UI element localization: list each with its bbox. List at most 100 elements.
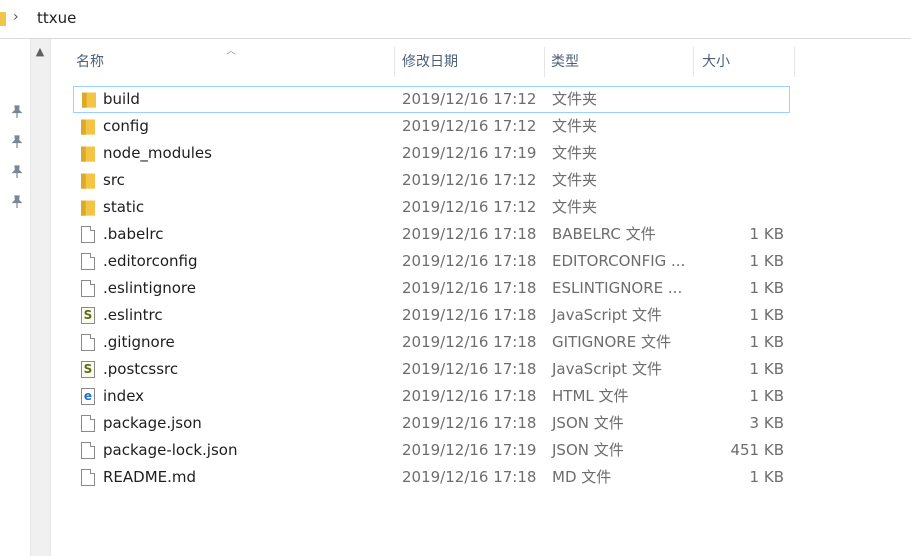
- file-row[interactable]: S .eslintrc 2019/12/16 17:18 JavaScript 文件 1…: [73, 302, 790, 329]
- file-date: 2019/12/16 17:19: [402, 144, 537, 162]
- column-header-type[interactable]: 类型: [551, 39, 579, 77]
- address-bar[interactable]: › ttxue: [0, 0, 911, 39]
- file-size: 1 KB: [749, 468, 784, 486]
- file-row[interactable]: package.json 2019/12/16 17:18 JSON 文件 3 KB: [73, 410, 790, 437]
- file-date: 2019/12/16 17:18: [402, 333, 537, 351]
- file-date: 2019/12/16 17:18: [402, 387, 537, 405]
- file-size: 1 KB: [749, 387, 784, 405]
- file-list: build 2019/12/16 17:12 文件夹 config 2019/12/16…: [73, 86, 790, 491]
- file-icon: [81, 415, 95, 432]
- file-row[interactable]: static 2019/12/16 17:12 文件夹: [73, 194, 790, 221]
- file-size: 451 KB: [730, 441, 784, 459]
- file-type: JavaScript 文件: [552, 306, 662, 324]
- file-size: 1 KB: [749, 252, 784, 270]
- file-type: 文件夹: [552, 144, 598, 162]
- file-icon: [81, 469, 95, 486]
- file-row[interactable]: node_modules 2019/12/16 17:19 文件夹: [73, 140, 790, 167]
- navigation-pane-scrollbar[interactable]: ▲: [30, 39, 51, 556]
- file-row[interactable]: .gitignore 2019/12/16 17:18 GITIGNORE 文件 1 …: [73, 329, 790, 356]
- folder-icon: [81, 119, 95, 135]
- navigation-pane: [0, 39, 30, 556]
- chevron-right-icon[interactable]: ›: [13, 9, 19, 25]
- column-header-name[interactable]: 名称: [76, 39, 104, 77]
- file-name: .eslintignore: [103, 279, 196, 297]
- file-date: 2019/12/16 17:12: [402, 171, 537, 189]
- sort-ascending-icon: ︿: [226, 46, 236, 57]
- folder-icon: [81, 146, 95, 162]
- column-divider[interactable]: [394, 47, 395, 77]
- file-row[interactable]: build 2019/12/16 17:12 文件夹: [73, 86, 790, 113]
- file-row[interactable]: package-lock.json 2019/12/16 17:19 JSON 文件…: [73, 437, 790, 464]
- file-name: .babelrc: [103, 225, 164, 243]
- folder-icon: [82, 92, 96, 108]
- file-type: JSON 文件: [552, 414, 624, 432]
- folder-icon: [81, 200, 95, 216]
- file-name: package.json: [103, 414, 202, 432]
- pin-icon[interactable]: [10, 165, 24, 179]
- file-date: 2019/12/16 17:19: [402, 441, 537, 459]
- file-name: .postcssrc: [103, 360, 179, 378]
- folder-icon: [81, 173, 95, 189]
- file-name: README.md: [103, 468, 197, 486]
- file-row[interactable]: e index 2019/12/16 17:18 HTML 文件 1 KB: [73, 383, 790, 410]
- file-size: 1 KB: [749, 333, 784, 351]
- file-date: 2019/12/16 17:18: [402, 360, 537, 378]
- pin-icon[interactable]: [10, 105, 24, 119]
- javascript-file-icon: S: [81, 361, 95, 378]
- html-file-icon: e: [81, 388, 95, 405]
- file-date: 2019/12/16 17:18: [402, 414, 537, 432]
- file-name: node_modules: [103, 144, 212, 162]
- file-icon: [81, 442, 95, 459]
- file-type: 文件夹: [552, 90, 598, 108]
- column-divider[interactable]: [794, 47, 795, 77]
- file-size: 3 KB: [749, 414, 784, 432]
- file-size: 1 KB: [749, 360, 784, 378]
- file-date: 2019/12/16 17:12: [402, 198, 537, 216]
- column-header-date[interactable]: 修改日期: [402, 39, 458, 77]
- file-size: 1 KB: [749, 225, 784, 243]
- file-name: package-lock.json: [103, 441, 238, 459]
- file-row[interactable]: .eslintignore 2019/12/16 17:18 ESLINTIGNOR…: [73, 275, 790, 302]
- file-date: 2019/12/16 17:12: [402, 117, 537, 135]
- file-icon: [81, 334, 95, 351]
- file-date: 2019/12/16 17:18: [402, 279, 537, 297]
- pin-icon[interactable]: [10, 195, 24, 209]
- file-date: 2019/12/16 17:18: [402, 252, 537, 270]
- file-name: .eslintrc: [103, 306, 163, 324]
- file-name: index: [103, 387, 145, 405]
- file-type: JSON 文件: [552, 441, 624, 459]
- file-date: 2019/12/16 17:18: [402, 225, 537, 243]
- file-size: 1 KB: [749, 279, 784, 297]
- column-divider[interactable]: [544, 47, 545, 77]
- file-name: src: [103, 171, 125, 189]
- file-name: build: [103, 90, 140, 108]
- file-icon: [81, 253, 95, 270]
- file-row[interactable]: .editorconfig 2019/12/16 17:18 EDITORCONFI…: [73, 248, 790, 275]
- file-icon: [81, 226, 95, 243]
- file-name: .editorconfig: [103, 252, 198, 270]
- file-size: 1 KB: [749, 306, 784, 324]
- file-row[interactable]: src 2019/12/16 17:12 文件夹: [73, 167, 790, 194]
- file-type: EDITORCONFIG ...: [552, 252, 686, 270]
- file-icon: [81, 280, 95, 297]
- javascript-file-icon: S: [81, 307, 95, 324]
- file-row[interactable]: .babelrc 2019/12/16 17:18 BABELRC 文件 1 KB: [73, 221, 790, 248]
- file-type: ESLINTIGNORE ...: [552, 279, 683, 297]
- file-type: MD 文件: [552, 468, 612, 486]
- column-header-size[interactable]: 大小: [702, 39, 730, 77]
- file-type: 文件夹: [552, 198, 598, 216]
- file-name: .gitignore: [103, 333, 175, 351]
- scroll-up-arrow-icon[interactable]: ▲: [34, 46, 46, 57]
- file-row[interactable]: S .postcssrc 2019/12/16 17:18 JavaScript 文件…: [73, 356, 790, 383]
- file-type: 文件夹: [552, 117, 598, 135]
- file-type: GITIGNORE 文件: [552, 333, 671, 351]
- file-type: JavaScript 文件: [552, 360, 662, 378]
- file-type: BABELRC 文件: [552, 225, 656, 243]
- file-date: 2019/12/16 17:18: [402, 306, 537, 324]
- pin-icon[interactable]: [10, 135, 24, 149]
- file-name: static: [103, 198, 145, 216]
- breadcrumb-current-folder[interactable]: ttxue: [37, 9, 76, 27]
- column-divider[interactable]: [693, 47, 694, 77]
- file-row[interactable]: config 2019/12/16 17:12 文件夹: [73, 113, 790, 140]
- file-row[interactable]: README.md 2019/12/16 17:18 MD 文件 1 KB: [73, 464, 790, 491]
